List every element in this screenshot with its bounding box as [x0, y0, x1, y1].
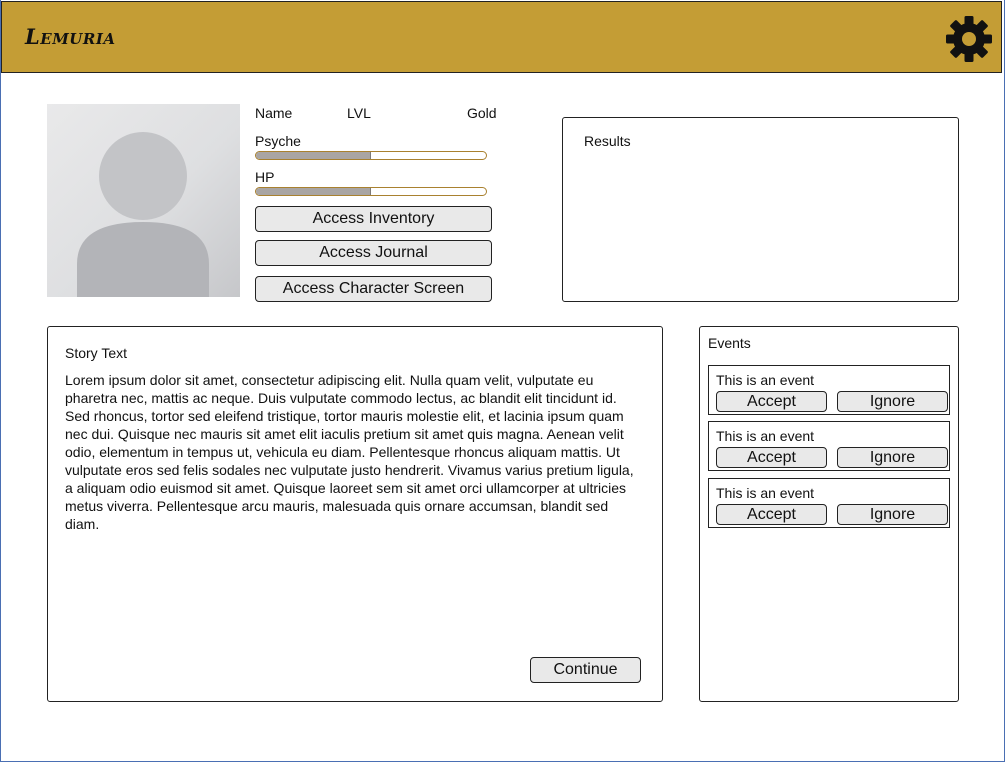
access-journal-button[interactable]: Access Journal — [255, 240, 492, 266]
gear-icon[interactable] — [945, 15, 993, 63]
story-panel: Story Text Lorem ipsum dolor sit amet, c… — [47, 326, 663, 702]
story-text: Lorem ipsum dolor sit amet, consectetur … — [65, 372, 634, 532]
accept-button[interactable]: Accept — [716, 447, 827, 468]
results-title: Results — [584, 133, 631, 149]
accept-button[interactable]: Accept — [716, 504, 827, 525]
access-character-screen-button[interactable]: Access Character Screen — [255, 276, 492, 302]
psyche-bar — [255, 151, 487, 160]
psyche-label: Psyche — [255, 133, 301, 149]
psyche-bar-fill — [256, 152, 371, 159]
user-silhouette-icon — [47, 104, 240, 297]
ignore-button[interactable]: Ignore — [837, 504, 948, 525]
hp-label: HP — [255, 169, 275, 185]
hp-bar — [255, 187, 487, 196]
app-logo: Lemuria — [25, 24, 116, 49]
hp-bar-fill — [256, 188, 371, 195]
event-card: This is an event Accept Ignore — [708, 421, 950, 471]
event-text: This is an event — [716, 428, 815, 444]
ignore-button[interactable]: Ignore — [837, 447, 948, 468]
name-label: Name — [255, 105, 293, 121]
event-card: This is an event Accept Ignore — [708, 365, 950, 415]
ignore-button[interactable]: Ignore — [837, 391, 948, 412]
story-title: Story Text — [65, 345, 127, 361]
event-text: This is an event — [716, 372, 815, 388]
event-card: This is an event Accept Ignore — [708, 478, 950, 528]
accept-button[interactable]: Accept — [716, 391, 827, 412]
event-text: This is an event — [716, 485, 815, 501]
level-label: LVL — [347, 105, 371, 121]
access-inventory-button[interactable]: Access Inventory — [255, 206, 492, 232]
app-header: Lemuria — [1, 1, 1002, 73]
continue-button[interactable]: Continue — [530, 657, 641, 683]
events-panel: Events This is an event Accept Ignore Th… — [699, 326, 959, 702]
events-title: Events — [708, 335, 751, 351]
gold-label: Gold — [467, 105, 497, 121]
results-panel: Results — [562, 117, 959, 302]
